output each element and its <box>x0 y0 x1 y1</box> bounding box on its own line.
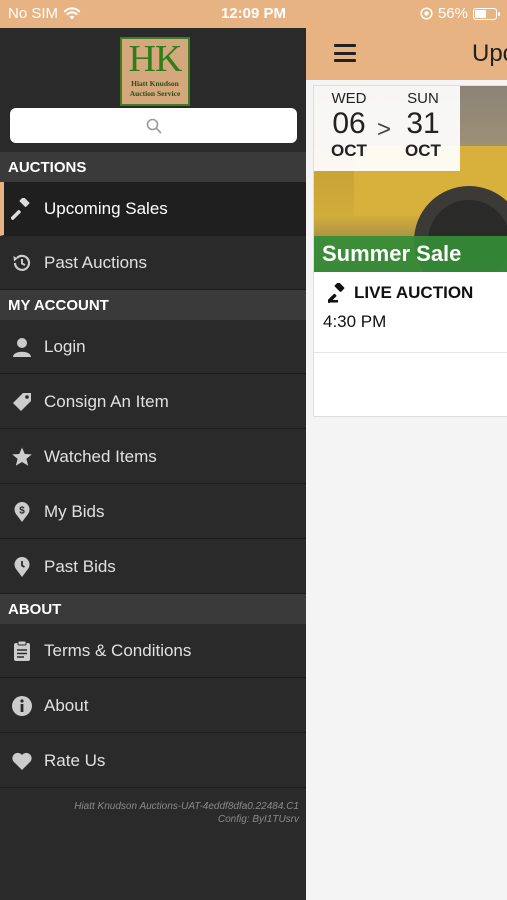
end-date: SUN 31 OCT <box>393 90 453 161</box>
menu-past-auctions[interactable]: Past Auctions <box>0 236 306 290</box>
end-dow: SUN <box>407 90 439 107</box>
end-month: OCT <box>405 141 441 160</box>
page-title: Upc <box>472 40 507 67</box>
menu-label: Past Auctions <box>44 252 148 272</box>
end-day: 31 <box>406 107 440 140</box>
search-input[interactable] <box>10 108 297 143</box>
heart-icon <box>10 749 34 773</box>
status-right: 56% <box>420 5 500 22</box>
menu-label: Rate Us <box>44 750 106 770</box>
star-icon <box>10 445 34 469</box>
app-header: Upc <box>306 28 507 80</box>
menu-upcoming-sales[interactable]: Upcoming Sales <box>0 182 306 236</box>
gavel-icon <box>328 283 345 303</box>
menu-watched-items[interactable]: Watched Items <box>0 430 306 484</box>
menu-label: My Bids <box>44 501 105 521</box>
auction-time: 4:30 PM <box>323 312 387 331</box>
menu-label: Watched Items <box>44 446 157 466</box>
auction-type: LIVE AUCTION <box>328 283 473 303</box>
battery-fill <box>475 9 486 18</box>
menu-login[interactable]: Login <box>0 320 306 374</box>
battery-percent: 56% <box>437 5 468 22</box>
date-separator: > <box>377 116 392 143</box>
start-day: 06 <box>332 107 366 140</box>
menu-rate-us[interactable]: Rate Us <box>0 734 306 788</box>
battery-icon <box>473 7 500 20</box>
menu-about[interactable]: About <box>0 679 306 733</box>
search-icon <box>146 118 161 133</box>
section-about: ABOUT <box>0 594 306 624</box>
build-info: Hiatt Knudson Auctions-UAT-4eddf8dfa0.22… <box>74 800 299 826</box>
menu-label: Upcoming Sales <box>44 198 168 218</box>
menu-label: Login <box>44 336 86 356</box>
navigation-drawer: HK Hiatt Knudson Auction Service AUCTION… <box>0 28 306 900</box>
card-divider <box>314 352 507 353</box>
history-icon <box>10 251 34 275</box>
hamburger-menu-icon[interactable] <box>334 44 356 62</box>
menu-terms-conditions[interactable]: Terms & Conditions <box>0 624 306 678</box>
start-month: OCT <box>331 141 367 160</box>
gavel-icon <box>10 197 34 221</box>
menu-past-bids[interactable]: Past Bids <box>0 540 306 594</box>
start-date: WED 06 OCT <box>319 90 379 161</box>
section-my-account: MY ACCOUNT <box>0 290 306 320</box>
start-dow: WED <box>331 90 367 107</box>
dollar-pin-icon: $ <box>10 500 34 524</box>
menu-label: About <box>44 695 89 715</box>
clipboard-icon <box>10 639 34 663</box>
menu-label: Consign An Item <box>44 391 169 411</box>
logo-line-1: Hiatt Knudson <box>131 79 179 88</box>
clock-pin-icon <box>10 555 34 579</box>
logo-line-2: Auction Service <box>129 89 181 98</box>
company-logo[interactable]: HK Hiatt Knudson Auction Service <box>120 37 190 106</box>
sale-name: Summer Sale <box>314 236 507 272</box>
auction-card[interactable]: WED 06 OCT > SUN 31 OCT Summer Sale LIVE… <box>313 85 507 417</box>
info-icon <box>10 694 34 718</box>
build-info-line-2: Config: ByI1TUsrv <box>217 814 299 825</box>
date-range-box: WED 06 OCT > SUN 31 OCT <box>314 86 460 171</box>
menu-label: Past Bids <box>44 556 116 576</box>
menu-my-bids[interactable]: $ My Bids <box>0 485 306 539</box>
menu-consign-item[interactable]: Consign An Item <box>0 375 306 429</box>
user-icon <box>10 335 34 359</box>
auction-image: WED 06 OCT > SUN 31 OCT Summer Sale <box>314 86 507 272</box>
orientation-lock-icon <box>420 7 433 20</box>
tag-icon <box>10 390 34 414</box>
svg-text:$: $ <box>19 505 25 516</box>
auction-type-label: LIVE AUCTION <box>354 283 474 302</box>
status-bar: No SIM 12:09 PM 56% <box>0 0 507 28</box>
logo-initials: HK <box>128 38 183 80</box>
section-auctions: AUCTIONS <box>0 152 306 182</box>
build-info-line-1: Hiatt Knudson Auctions-UAT-4eddf8dfa0.22… <box>74 801 299 812</box>
menu-label: Terms & Conditions <box>44 640 192 660</box>
